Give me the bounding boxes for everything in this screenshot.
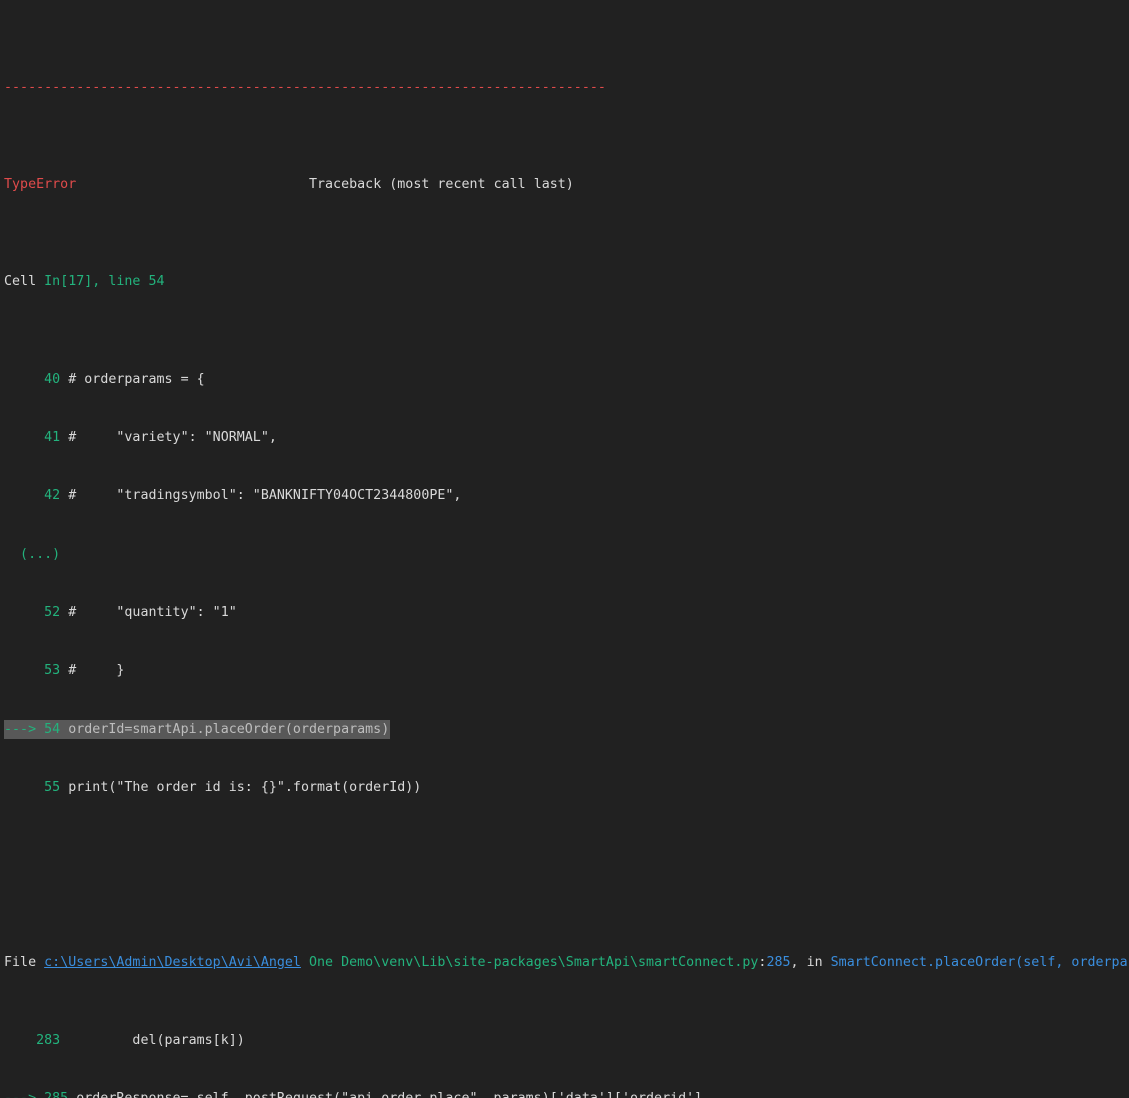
code-line: 55 print("The order id is: {}".format(or… [4,778,1129,797]
line-code: orderResponse= self._postRequest("api.or… [68,1091,702,1098]
function-signature: SmartConnect.placeOrder(self, orderparam… [830,955,1129,971]
cell-location-1: In[17], line 54 [44,274,165,290]
line-code: # } [60,663,125,679]
line-code: # "quantity": "1" [60,604,237,620]
code-line: 41 # "variety": "NORMAL", [4,428,1129,447]
code-line: 283 del(params[k]) [4,1031,1129,1050]
exception-header-1: TypeError Traceback (most recent call la… [4,175,1129,194]
code-line-current: ---> 285 orderResponse= self._postReques… [4,1089,1129,1098]
code-line-current: ---> 54 orderId=smartApi.placeOrder(orde… [4,719,1129,740]
line-code: orderId=smartApi.placeOrder(orderparams) [60,721,390,737]
line-number: 52 [4,604,61,620]
code-line: 53 # } [4,661,1129,680]
in-keyword: , in [790,955,831,971]
code-line-elision: (...) [4,545,1129,564]
line-code: # "tradingsymbol": "BANKNIFTY04OCT234480… [60,488,462,504]
cell-locator-1: Cell In[17], line 54 [4,272,1129,291]
line-code: # orderparams = { [60,371,205,387]
traceback-label-1: Traceback (most recent call last) [308,177,574,193]
line-number: 40 [4,371,61,387]
file-path-link[interactable]: c:\Users\Admin\Desktop\Avi\Angel [44,955,301,970]
line-number: 55 [4,779,61,795]
cell-prefix-1: Cell [4,274,45,290]
header-gap-1 [76,177,309,192]
current-line-highlight: ---> 54 orderId=smartApi.placeOrder(orde… [4,719,391,740]
line-number: 41 [4,429,61,445]
line-code: print("The order id is: {}".format(order… [60,779,422,795]
line-number: 42 [4,488,61,504]
code-line: 42 # "tradingsymbol": "BANKNIFTY04OCT234… [4,486,1129,505]
separator-rule: ----------------------------------------… [4,78,1129,97]
line-code: del(params[k]) [60,1032,245,1048]
line-code: # "variety": "NORMAL", [60,429,277,445]
file-line-number: 285 [766,955,791,971]
code-line: 52 # "quantity": "1" [4,603,1129,622]
traceback-output: ----------------------------------------… [0,0,1129,1098]
exception-name-1: TypeError [4,177,77,193]
line-number: 53 [4,663,61,679]
current-line-arrow: ---> 54 [4,721,61,737]
current-line-arrow: ---> 285 [4,1091,68,1098]
file-label: File [4,955,45,971]
path-colon: : [758,955,767,971]
line-number: 283 [4,1032,61,1048]
file-frame-1: File c:\Users\Admin\Desktop\Avi\Angel On… [4,953,1129,972]
file-path-rest: One Demo\venv\Lib\site-packages\SmartApi… [300,955,759,971]
separator-dashes: ----------------------------------------… [4,79,606,95]
code-line: 40 # orderparams = { [4,370,1129,389]
